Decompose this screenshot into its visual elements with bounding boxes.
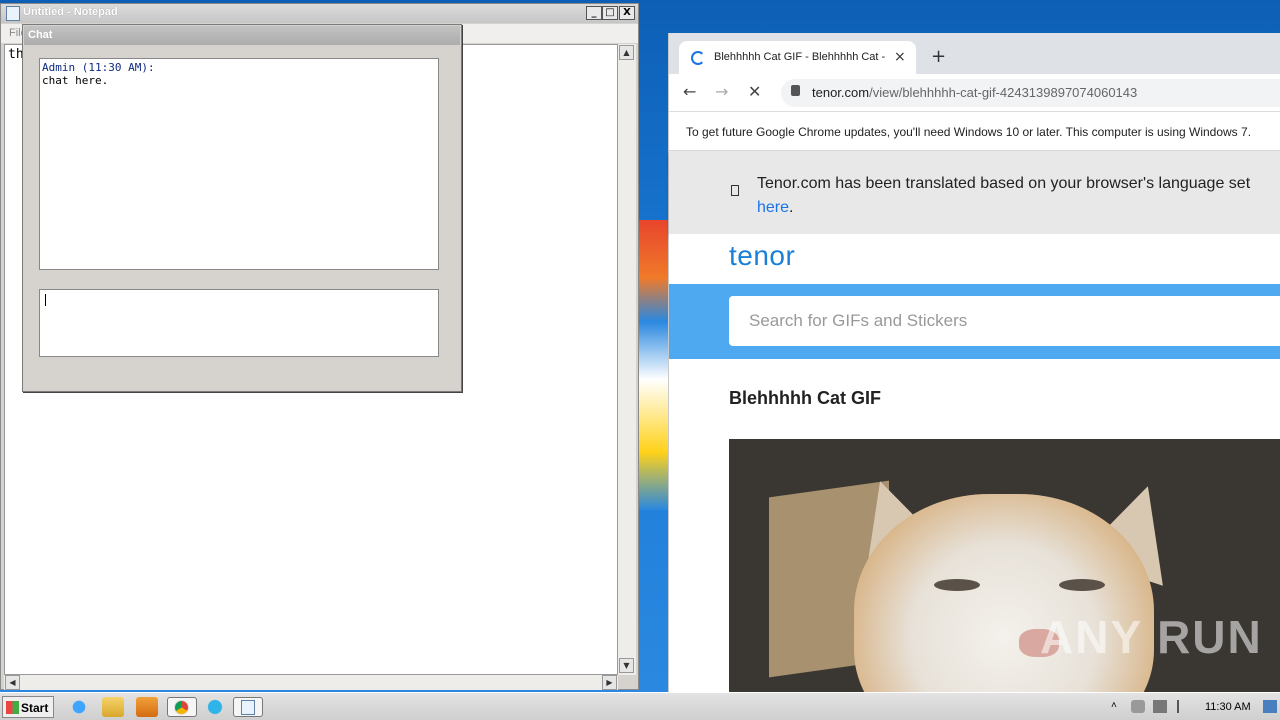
anyrun-watermark: ANY RUN (1040, 611, 1263, 663)
search-input[interactable]: Search for GIFs and Stickers (729, 296, 1280, 346)
update-notice: To get future Google Chrome updates, you… (686, 125, 1252, 139)
action-center-flag-icon[interactable] (1177, 700, 1191, 713)
text-caret (45, 294, 46, 306)
url-host: tenor.com (812, 85, 870, 100)
chat-window[interactable]: Chat Admin (11:30 AM): chat here. (22, 24, 462, 392)
chrome-taskbar-icon[interactable] (167, 697, 197, 717)
notepad-title: Untitled - Notepad (23, 6, 118, 18)
tab-strip: Blehhhhh Cat GIF - Blehhhhh Cat - Discov… (669, 33, 1280, 75)
notepad-icon (6, 6, 20, 21)
show-desktop-icon[interactable] (1263, 700, 1277, 713)
edge-icon[interactable] (204, 697, 226, 717)
translate-period: . (789, 199, 794, 216)
chat-titlebar[interactable]: Chat (24, 26, 460, 45)
tab-active[interactable]: Blehhhhh Cat GIF - Blehhhhh Cat - Discov… (679, 41, 916, 75)
vertical-scrollbar[interactable]: ▲ ▼ (618, 44, 636, 675)
new-tab-button[interactable]: + (931, 46, 946, 67)
lock-icon[interactable] (791, 85, 800, 96)
minimize-button[interactable]: _ (586, 6, 602, 20)
network-icon[interactable] (1153, 700, 1167, 713)
search-band: Search for GIFs and Stickers (669, 284, 1280, 359)
back-button[interactable]: ← (683, 82, 696, 101)
tab-title: Blehhhhh Cat GIF - Blehhhhh Cat - Discov… (714, 51, 889, 63)
ie-icon[interactable] (68, 697, 90, 717)
translate-message: Tenor.com has been translated based on y… (757, 175, 1251, 192)
taskbar: Start ˄ 11:30 AM (0, 692, 1280, 720)
chat-title: Chat (28, 29, 53, 41)
explorer-icon[interactable] (102, 697, 124, 717)
notepad-titlebar[interactable]: Untitled - Notepad _ □ X (1, 4, 638, 23)
translate-icon (731, 185, 739, 196)
update-infobar: To get future Google Chrome updates, you… (669, 113, 1280, 151)
gif-title: Blehhhhh Cat GIF (729, 388, 881, 408)
chrome-window[interactable]: Blehhhhh Cat GIF - Blehhhhh Cat - Discov… (668, 33, 1280, 692)
translate-link[interactable]: here (757, 199, 789, 216)
stop-button[interactable]: ✕ (748, 82, 761, 101)
tab-close-icon[interactable]: × (894, 49, 906, 65)
close-button[interactable]: X (619, 6, 635, 20)
tenor-logo[interactable]: tenor (729, 240, 795, 272)
horizontal-scrollbar[interactable]: ◀ ▶ (4, 675, 618, 690)
chat-input[interactable] (39, 289, 439, 357)
address-bar[interactable]: tenor.com/view/blehhhhh-cat-gif-42431398… (781, 79, 1280, 107)
scroll-down-icon[interactable]: ▼ (619, 658, 634, 673)
search-placeholder: Search for GIFs and Stickers (749, 311, 968, 330)
system-tray: ˄ 11:30 AM (1105, 693, 1280, 720)
start-label: Start (21, 701, 49, 715)
chat-message: chat here. (42, 74, 109, 87)
url-path: /view/blehhhhh-cat-gif-42431398970740601… (869, 85, 1138, 100)
speaker-icon[interactable] (1131, 700, 1145, 713)
show-hidden-icons-icon[interactable]: ˄ (1111, 700, 1125, 713)
media-player-icon[interactable] (136, 697, 158, 717)
cat-eye-left (934, 579, 980, 591)
scroll-up-icon[interactable]: ▲ (619, 45, 634, 60)
scroll-left-icon[interactable]: ◀ (5, 675, 20, 690)
chat-author: Admin (11:30 AM): (42, 61, 155, 74)
windows-logo-icon (6, 701, 19, 714)
translate-bar: Tenor.com has been translated based on y… (669, 151, 1280, 234)
cat-eye-right (1059, 579, 1105, 591)
loading-spinner-icon (691, 51, 705, 65)
forward-button[interactable]: → (715, 82, 728, 101)
wallpaper-logo (636, 220, 670, 510)
maximize-button[interactable]: □ (602, 6, 618, 20)
chrome-icon (174, 700, 189, 715)
notepad-icon (241, 700, 255, 715)
browser-toolbar: ← → ✕ tenor.com/view/blehhhhh-cat-gif-42… (669, 74, 1280, 112)
notepad-taskbar-icon[interactable] (233, 697, 263, 717)
start-button[interactable]: Start (2, 696, 54, 718)
scroll-right-icon[interactable]: ▶ (602, 675, 617, 690)
clock[interactable]: 11:30 AM (1205, 701, 1251, 713)
chat-log[interactable]: Admin (11:30 AM): chat here. (39, 58, 439, 270)
